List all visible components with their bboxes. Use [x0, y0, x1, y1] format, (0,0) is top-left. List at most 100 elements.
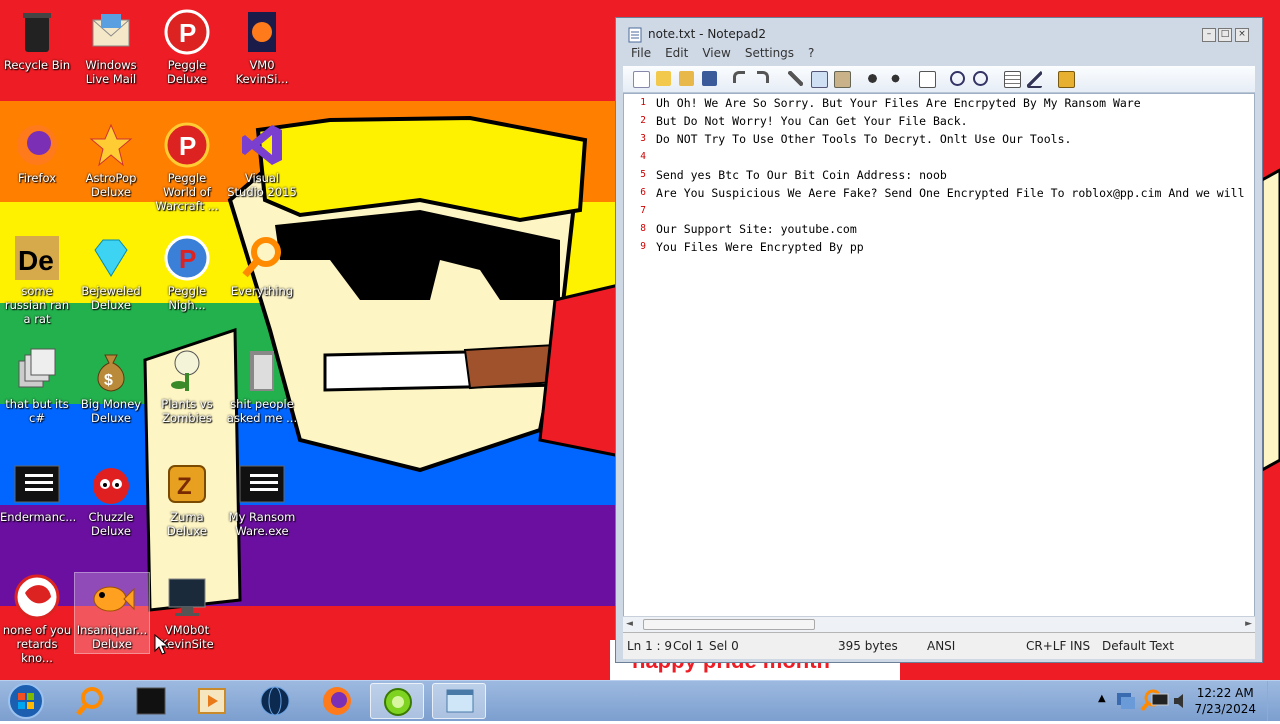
desktop-icon-visual-studio-2015[interactable]: Visual Studio 2015 — [225, 121, 299, 199]
status-position: Ln 1 : 9 — [627, 639, 673, 653]
status-encoding[interactable]: ANSI — [927, 639, 955, 653]
toolbar — [623, 66, 1255, 93]
mail-icon — [92, 14, 130, 47]
maximize-button[interactable]: □ — [1218, 28, 1232, 42]
open-icon[interactable] — [656, 71, 671, 86]
desktop-icon-endermanch[interactable]: Endermanc... — [0, 460, 76, 524]
clock-time: 12:22 AM — [1196, 686, 1254, 700]
desktop-icon-astropop-deluxe[interactable]: AstroPop Deluxe — [74, 121, 148, 199]
taskbar-lime-app[interactable] — [370, 683, 424, 719]
save-icon[interactable] — [702, 71, 717, 86]
firefox-icon — [323, 687, 351, 715]
desktop-icon-big-money-deluxe[interactable]: $ Big Money Deluxe — [74, 347, 148, 425]
menu-view[interactable]: View — [702, 46, 730, 60]
copy-icon[interactable] — [811, 71, 828, 88]
magnifier-icon — [76, 687, 103, 716]
paste-icon[interactable] — [834, 71, 851, 88]
menu-edit[interactable]: Edit — [665, 46, 688, 60]
icon-label: Peggle Nigh... — [167, 284, 207, 312]
desktop-icon-peggle-nights[interactable]: P Peggle Nigh... — [150, 234, 224, 312]
monitor-icon — [168, 578, 206, 616]
scroll-right-arrow[interactable]: ► — [1245, 619, 1252, 629]
desktop-icon-insaniquarium-deluxe[interactable]: Insaniquar... Deluxe — [74, 572, 150, 654]
status-size: 395 bytes — [838, 639, 898, 653]
show-desktop-button[interactable] — [1267, 681, 1280, 721]
desktop-icon-chuzzle-deluxe[interactable]: Chuzzle Deluxe — [74, 460, 148, 538]
minimize-button[interactable]: – — [1202, 28, 1216, 42]
scroll-left-arrow[interactable]: ◄ — [626, 619, 633, 629]
text-line: But Do Not Worry! You Can Get Your File … — [656, 114, 968, 128]
notepad-window[interactable]: note.txt - Notepad2 – □ × File Edit View Se… — [615, 17, 1263, 663]
desktop-icon-peggle-world-of-warcraft[interactable]: P Peggle World of Warcraft ... — [150, 121, 224, 213]
goto-icon[interactable] — [919, 71, 936, 88]
line-number: 6 — [640, 187, 646, 198]
line-number: 2 — [640, 115, 646, 126]
money-bag-icon: $ — [97, 354, 125, 392]
taskbar-media-player[interactable] — [186, 683, 240, 719]
zoom-out-icon[interactable] — [973, 71, 988, 86]
taskbar-notepad2[interactable] — [432, 683, 486, 719]
desktop-icon-shit-people-asked-me[interactable]: shit people asked me ... — [225, 347, 299, 425]
menu-settings[interactable]: Settings — [745, 46, 794, 60]
menu-help[interactable]: ? — [808, 46, 814, 60]
icon-label: some russian ran a rat — [4, 284, 70, 326]
desktop-icon-peggle-deluxe[interactable]: P Peggle Deluxe — [150, 8, 224, 86]
desktop-icon-everything[interactable]: Everything — [225, 234, 299, 298]
icon-label: Firefox — [17, 171, 57, 185]
globe-icon — [260, 686, 290, 716]
cut-icon[interactable] — [788, 71, 803, 86]
chuzzle-icon — [93, 468, 129, 504]
desktop-icon-vm0-kevinsite[interactable]: VM0 KevinSi... — [225, 8, 299, 86]
taskbar-everything[interactable] — [62, 683, 116, 719]
desktop-icon-firefox[interactable]: Firefox — [0, 121, 74, 185]
taskbar-clock[interactable]: 12:22 AM 7/23/2024 — [1194, 685, 1256, 717]
line-number: 4 — [640, 151, 646, 162]
taskbar-cmd[interactable] — [124, 683, 178, 719]
line-number: 1 — [640, 97, 646, 108]
customize-icon[interactable] — [1027, 71, 1042, 88]
plant-icon — [171, 350, 200, 391]
exit-icon[interactable] — [1058, 71, 1075, 88]
icon-label: Bejeweled Deluxe — [81, 284, 141, 312]
tray-network-icon[interactable] — [1115, 689, 1137, 711]
scheme-icon[interactable] — [1004, 71, 1021, 88]
desktop-icon-my-ransom-ware-exe[interactable]: My Ransom Ware.exe — [225, 460, 299, 538]
scrollbar-thumb[interactable] — [643, 619, 815, 630]
desktop-icon-that-but-its-csharp[interactable]: that but its c# — [0, 347, 74, 425]
peggle-icon: P — [164, 9, 210, 55]
desktop-icon-zuma-deluxe[interactable]: Z Zuma Deluxe — [150, 460, 224, 538]
replace-icon[interactable] — [888, 71, 903, 86]
tray-monitor-icon[interactable] — [1150, 691, 1170, 711]
find-icon[interactable] — [865, 71, 880, 86]
icon-label: Everything — [230, 284, 294, 298]
taskbar-firefox[interactable] — [310, 683, 364, 719]
tray-volume-icon[interactable] — [1172, 691, 1190, 711]
desktop-icon-none-of-you-retards[interactable]: none of you retards kno... — [0, 573, 74, 665]
start-button-icon[interactable] — [6, 682, 46, 720]
desktop-icon-recycle-bin[interactable]: Recycle Bin — [0, 8, 74, 72]
desktop-icon-windows-live-mail[interactable]: Windows Live Mail — [74, 8, 148, 86]
desktop-icon-plants-vs-zombies[interactable]: Plants vs Zombies — [150, 347, 224, 425]
text-line: Send yes Btc To Our Bit Coin Address: no… — [656, 168, 947, 182]
windows-stack-icon — [18, 348, 56, 388]
status-scheme[interactable]: Default Text — [1102, 639, 1174, 653]
new-icon[interactable] — [633, 71, 650, 88]
status-line-endings[interactable]: CR+LF — [1026, 639, 1066, 653]
desktop-icon-bejeweled-deluxe[interactable]: Bejeweled Deluxe — [74, 234, 148, 312]
desktop-icon-some-russian-ran-a-rat[interactable]: De some russian ran a rat — [0, 234, 74, 326]
horizontal-scrollbar[interactable]: ◄ ► — [623, 616, 1255, 632]
icon-label: Zuma Deluxe — [167, 510, 207, 538]
text-line: Uh Oh! We Are So Sorry. But Your Files A… — [656, 96, 1141, 110]
text-editor[interactable]: 1 Uh Oh! We Are So Sorry. But Your Files… — [623, 93, 1255, 625]
text-line: Are You Suspicious We Aere Fake? Send On… — [656, 186, 1245, 200]
redo-icon[interactable] — [757, 71, 769, 83]
close-button[interactable]: × — [1235, 28, 1249, 42]
zoom-in-icon[interactable] — [950, 71, 965, 86]
menu-file[interactable]: File — [631, 46, 651, 60]
undo-icon[interactable] — [733, 71, 745, 83]
taskbar-globe[interactable] — [248, 683, 302, 719]
browse-icon[interactable] — [679, 71, 694, 86]
status-bar: Ln 1 : 9 Col 1 Sel 0 395 bytes ANSI CR+L… — [623, 632, 1255, 659]
notepad-icon — [628, 27, 642, 43]
show-hidden-icons-button[interactable]: ▲ — [1098, 693, 1106, 704]
